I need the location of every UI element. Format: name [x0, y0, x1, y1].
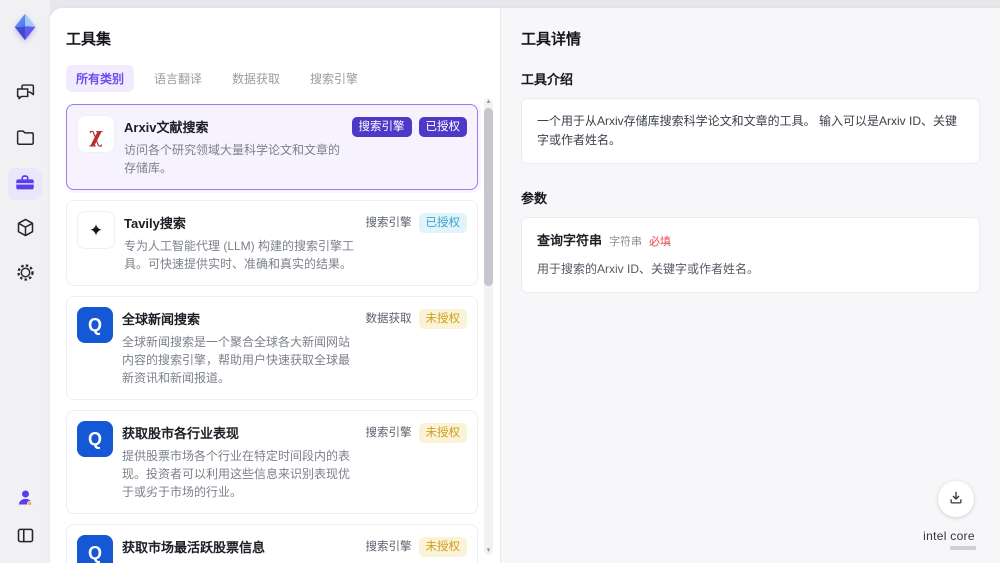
tool-details-panel: 工具详情 工具介绍 一个用于从Arxiv存储库搜索科学论文和文章的工具。 输入可… [500, 8, 1000, 563]
category-badge: 搜索引擎 [351, 117, 412, 138]
tool-title: 获取股市各行业表现 [122, 426, 240, 441]
sidebar-item-settings[interactable] [8, 258, 42, 290]
folder-icon [15, 127, 36, 151]
tool-badges: 搜索引擎 已授权 [365, 213, 467, 234]
tool-description: 提供股票市场各个行业在特定时间段内的表现。投资者可以利用这些信息来识别表现优于或… [122, 449, 351, 499]
chat-icon [15, 82, 36, 106]
download-icon [947, 489, 965, 510]
scrollbar-track[interactable]: ▴ ▾ [484, 98, 493, 555]
tool-description: 全球新闻搜索是一个聚合全球各大新闻网站内容的搜索引擎，帮助用户快速获取全球最新资… [122, 335, 351, 385]
tool-badges: 搜索引擎 未授权 [365, 423, 467, 444]
tool-description: 专为人工智能代理 (LLM) 构建的搜索引擎工具。可快速提供实时、准确和真实的结… [124, 239, 355, 271]
params-section-title: 参数 [521, 191, 548, 207]
tab-category-3[interactable]: 搜索引擎 [300, 65, 368, 92]
scrollbar-thumb[interactable] [484, 108, 493, 286]
user-icon [15, 487, 36, 511]
tool-intro-card: 一个用于从Arxiv存储库搜索科学论文和文章的工具。 输入可以是Arxiv ID… [521, 98, 980, 165]
app-window: 工具集 所有类别 语言翻译 数据获取 搜索引擎 χ Arxiv文献搜索 访问各个研究领域大… [0, 0, 1000, 563]
tool-card-4[interactable]: Q 获取市场最活跃股票信息提供当天交易量最高的股票列表，投资者可以利用这些信息来识… [66, 524, 478, 563]
param-type-label: 字符串 [609, 236, 643, 249]
status-badge: 未授权 [418, 537, 467, 558]
scroll-up-arrow[interactable]: ▴ [484, 98, 493, 106]
sidebar [0, 0, 50, 563]
intel-sub-mark [950, 546, 976, 550]
tab-category-1[interactable]: 语言翻译 [144, 65, 212, 92]
intel-core-logo: intel core [916, 529, 982, 550]
tool-title: 全球新闻搜索 [122, 312, 201, 327]
tool-list: χ Arxiv文献搜索 访问各个研究领域大量科学论文和文章的存储库。 搜索引擎 已授权 ✦… [66, 104, 500, 563]
arxiv-logo-icon: χ [77, 115, 115, 153]
category-tabs: 所有类别 语言翻译 数据获取 搜索引擎 [66, 65, 500, 92]
tool-badges: 数据获取 未授权 [365, 309, 467, 330]
user-avatar[interactable] [8, 483, 42, 515]
tool-badges: 搜索引擎 未授权 [365, 537, 467, 558]
category-badge: 搜索引擎 [365, 541, 412, 553]
tool-card-2[interactable]: Q 全球新闻搜索 全球新闻搜索是一个聚合全球各大新闻网站内容的搜索引擎，帮助用户快速… [66, 296, 478, 400]
gear-icon [15, 262, 36, 286]
status-badge: 未授权 [418, 309, 467, 330]
scroll-down-arrow[interactable]: ▾ [484, 547, 493, 555]
sidebar-item-packages[interactable] [8, 213, 42, 245]
sidebar-item-files[interactable] [8, 123, 42, 155]
download-button[interactable] [938, 481, 974, 517]
tavily-logo-icon: ✦ [77, 211, 115, 249]
page-title: 工具集 [66, 31, 112, 48]
tool-card-3[interactable]: Q 获取股市各行业表现 提供股票市场各个行业在特定时间段内的表现。投资者可以利用这些… [66, 410, 478, 514]
tool-intro-text: 一个用于从Arxiv存储库搜索科学论文和文章的工具。 输入可以是Arxiv ID… [537, 114, 958, 148]
tool-badges: 搜索引擎 已授权 [351, 117, 467, 138]
sidebar-item-chat[interactable] [8, 78, 42, 110]
category-badge: 搜索引擎 [365, 217, 412, 229]
tool-info: 获取市场最活跃股票信息提供当天交易量最高的股票列表，投资者可以利用这些信息来识别… [122, 535, 357, 563]
param-name: 查询字符串 [537, 233, 603, 249]
tab-category-0[interactable]: 所有类别 [66, 65, 135, 92]
sidebar-item-tools[interactable] [8, 168, 42, 200]
sidebar-nav [8, 78, 42, 290]
main-content: 工具集 所有类别 语言翻译 数据获取 搜索引擎 χ Arxiv文献搜索 访问各个研究领域大… [50, 8, 1000, 563]
tool-card-0[interactable]: χ Arxiv文献搜索 访问各个研究领域大量科学论文和文章的存储库。 搜索引擎 已授权 [66, 104, 478, 190]
news-search-logo-icon: Q [77, 307, 113, 343]
app-logo-icon [8, 10, 42, 44]
status-badge: 已授权 [418, 213, 467, 234]
tool-info: 全球新闻搜索全球新闻搜索是一个聚合全球各大新闻网站内容的搜索引擎，帮助用户快速获… [122, 307, 357, 387]
status-badge: 已授权 [418, 117, 467, 138]
tool-info: Tavily搜索专为人工智能代理 (LLM) 构建的搜索引擎工具。可快速提供实时… [124, 211, 357, 273]
tool-description: 访问各个研究领域大量科学论文和文章的存储库。 [124, 143, 341, 175]
intro-section-title: 工具介绍 [521, 72, 574, 87]
param-header: 查询字符串 字符串 必填 [537, 231, 964, 252]
panel-toggle-icon [15, 525, 36, 549]
tool-card-1[interactable]: ✦ Tavily搜索 专为人工智能代理 (LLM) 构建的搜索引擎工具。可快速提供实… [66, 200, 478, 286]
tool-info: 获取股市各行业表现提供股票市场各个行业在特定时间段内的表现。投资者可以利用这些信… [122, 421, 357, 501]
intel-core-text: intel core [923, 529, 975, 543]
tab-category-2[interactable]: 数据获取 [222, 65, 290, 92]
cube-icon [15, 217, 36, 241]
tool-title: Tavily搜索 [124, 216, 186, 231]
tool-info: Arxiv文献搜索访问各个研究领域大量科学论文和文章的存储库。 [124, 115, 343, 177]
tool-title: 获取市场最活跃股票信息 [122, 540, 266, 555]
category-badge: 搜索引擎 [365, 427, 412, 439]
param-description: 用于搜索的Arxiv ID、关键字或作者姓名。 [537, 262, 760, 277]
toolbox-icon [14, 172, 36, 197]
details-title: 工具详情 [521, 31, 582, 48]
tool-title: Arxiv文献搜索 [124, 120, 209, 135]
status-badge: 未授权 [418, 423, 467, 444]
active-stocks-logo-icon: Q [77, 535, 113, 563]
stock-sector-logo-icon: Q [77, 421, 113, 457]
sidebar-bottom [8, 483, 42, 553]
category-badge: 数据获取 [365, 313, 412, 325]
param-required-badge: 必填 [649, 236, 672, 249]
panel-toggle-button[interactable] [8, 521, 42, 553]
param-card: 查询字符串 字符串 必填 用于搜索的Arxiv ID、关键字或作者姓名。 [521, 217, 980, 294]
tools-panel: 工具集 所有类别 语言翻译 数据获取 搜索引擎 χ Arxiv文献搜索 访问各个研究领域大… [50, 8, 500, 563]
